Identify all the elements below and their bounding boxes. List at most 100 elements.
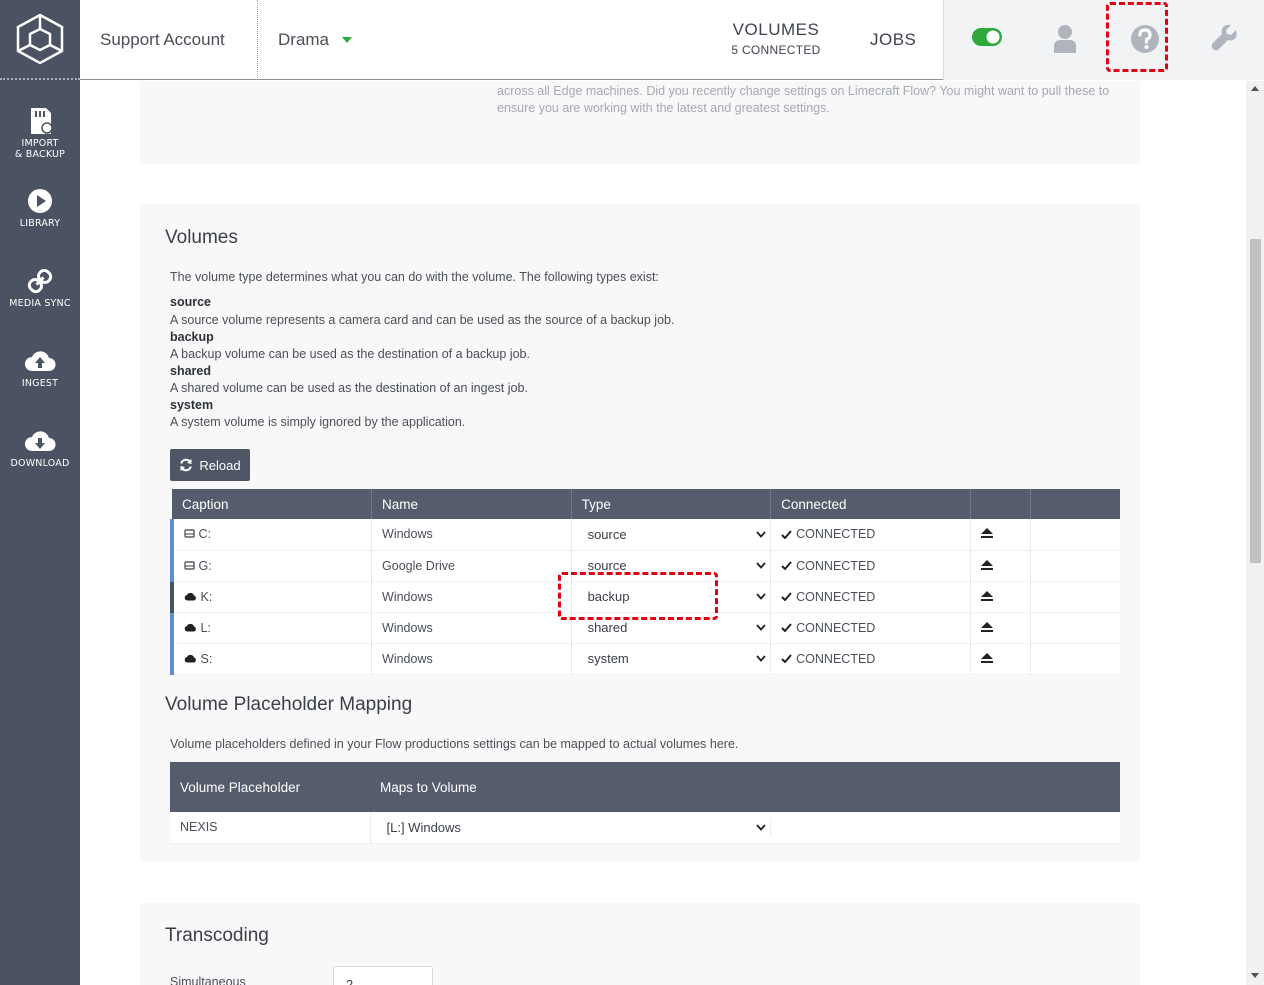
user-icon — [1054, 25, 1076, 53]
volumes-intro: The volume type determines what you can … — [170, 270, 659, 284]
type-desc-source: A source volume represents a camera card… — [170, 313, 675, 327]
cloud-icon — [184, 623, 196, 631]
volume-name: Windows — [371, 519, 572, 551]
check-icon — [781, 561, 792, 570]
sidebar-item-download[interactable]: DOWNLOAD — [0, 424, 80, 469]
cloud-upload-icon — [25, 351, 56, 371]
user-button[interactable] — [1053, 24, 1077, 58]
reload-label: Reload — [199, 457, 241, 473]
eject-icon — [980, 621, 993, 632]
eject-button[interactable] — [970, 550, 1031, 582]
highlight-settings-annotation — [1106, 2, 1168, 72]
volume-caption: L: — [170, 612, 373, 644]
sync-settings-panel: across all Edge machines. Did you recent… — [140, 81, 1140, 164]
logo[interactable] — [0, 0, 80, 80]
volume-type-select[interactable]: source — [571, 519, 772, 551]
eject-button[interactable] — [970, 643, 1031, 675]
wrench-icon — [1211, 24, 1237, 51]
type-name-shared: shared — [170, 364, 211, 378]
account-name[interactable]: Support Account — [100, 30, 225, 50]
simultaneous-input[interactable]: 2 — [333, 966, 433, 985]
drive-icon — [184, 560, 195, 570]
chevron-down-icon — [756, 655, 766, 662]
sidebar-item-label: IMPORT & BACKUP — [14, 138, 66, 160]
column-header-caption[interactable]: Caption — [172, 489, 373, 519]
volumes-connected-count: 5 CONNECTED — [731, 43, 821, 57]
type-name-system: system — [170, 398, 214, 412]
table-row: NEXIS [L:] Windows — [170, 812, 1120, 844]
volume-name: Windows — [371, 612, 572, 644]
sidebar: IMPORT & BACKUP LIBRARY MEDIA SYNC INGES… — [0, 0, 80, 985]
volumes-panel: Volumes The volume type determines what … — [140, 204, 1140, 862]
volume-type-select[interactable]: system — [571, 643, 772, 675]
play-icon — [28, 189, 52, 213]
highlight-backup-annotation — [558, 572, 718, 620]
type-desc-system: A system volume is simply ignored by the… — [170, 415, 466, 429]
production-dropdown[interactable]: Drama — [278, 30, 353, 50]
column-header-name[interactable]: Name — [371, 489, 572, 519]
sync-settings-text: across all Edge machines. Did you recent… — [497, 84, 1110, 115]
column-header-eject — [970, 489, 1031, 519]
volumes-title: Volumes — [165, 227, 238, 248]
check-icon — [781, 530, 792, 539]
sidebar-item-label: LIBRARY — [19, 218, 61, 229]
transcoding-title: Transcoding — [165, 925, 269, 946]
maps-to-volume-select[interactable]: [L:] Windows — [370, 812, 1120, 844]
chevron-down-icon — [755, 824, 766, 831]
scroll-down-arrow[interactable] — [1251, 973, 1259, 978]
toggle-icon — [972, 28, 1002, 46]
volume-connected-status: CONNECTED — [770, 519, 971, 551]
column-header-type[interactable]: Type — [571, 489, 772, 519]
cloud-icon — [184, 592, 196, 600]
volume-name: Windows — [371, 581, 572, 613]
column-header-connected[interactable]: Connected — [770, 489, 971, 519]
scroll-thumb[interactable] — [1250, 239, 1261, 563]
settings-button[interactable] — [1210, 24, 1238, 56]
online-toggle[interactable] — [971, 27, 1003, 51]
volume-caption: C: — [170, 519, 373, 551]
cloud-icon — [184, 654, 196, 662]
eject-icon — [980, 559, 993, 570]
production-name: Drama — [278, 30, 330, 49]
scroll-up-arrow[interactable] — [1251, 86, 1259, 91]
volume-name: Windows — [371, 643, 572, 675]
table-row: C: Windows source CONNECTED — [170, 519, 1120, 551]
sidebar-item-ingest[interactable]: INGEST — [0, 344, 80, 389]
reload-button[interactable]: Reload — [170, 449, 250, 481]
table-row: S: Windows system CONNECTED — [170, 643, 1120, 675]
volume-connected-status: CONNECTED — [770, 550, 971, 582]
chevron-down-icon — [756, 593, 766, 600]
chevron-down-icon — [756, 624, 766, 631]
check-icon — [781, 654, 792, 663]
check-icon — [781, 592, 792, 601]
mapping-intro: Volume placeholders defined in your Flow… — [170, 737, 739, 751]
jobs-tab[interactable]: JOBS — [870, 30, 916, 50]
column-header-maps-to: Maps to Volume — [370, 762, 1120, 812]
sidebar-item-library[interactable]: LIBRARY — [0, 184, 80, 229]
link-icon — [27, 268, 53, 294]
scrollbar[interactable] — [1246, 81, 1264, 985]
eject-icon — [980, 590, 993, 601]
limecraft-logo-icon — [16, 13, 64, 65]
volume-connected-status: CONNECTED — [770, 612, 971, 644]
sidebar-item-import-backup[interactable]: IMPORT & BACKUP — [0, 104, 80, 160]
placeholder-name: NEXIS — [170, 812, 371, 844]
chevron-down-icon — [756, 531, 766, 538]
sidebar-item-media-sync[interactable]: MEDIA SYNC — [0, 264, 80, 309]
eject-button[interactable] — [970, 612, 1031, 644]
volumes-tab[interactable]: VOLUMES 5 CONNECTED — [730, 20, 822, 57]
eject-button[interactable] — [970, 519, 1031, 551]
type-desc-backup: A backup volume can be used as the desti… — [170, 347, 530, 361]
main-content: across all Edge machines. Did you recent… — [80, 81, 1246, 985]
eject-button[interactable] — [970, 581, 1031, 613]
refresh-icon — [180, 458, 193, 472]
column-header-blank — [1030, 489, 1120, 519]
check-icon — [781, 623, 792, 632]
sidebar-item-label: INGEST — [21, 378, 59, 389]
caret-down-icon — [342, 37, 353, 43]
sidebar-item-label: MEDIA SYNC — [9, 298, 71, 309]
column-header-placeholder: Volume Placeholder — [170, 762, 370, 812]
volume-caption: G: — [170, 550, 373, 582]
cloud-download-icon — [25, 431, 56, 451]
simultaneous-label: Simultaneous — [170, 975, 246, 985]
